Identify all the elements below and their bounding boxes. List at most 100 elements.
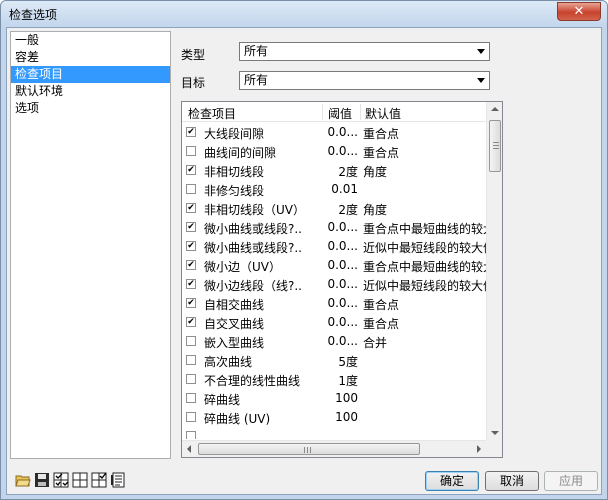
check-item-name: 微小边（UV）	[204, 260, 281, 274]
type-dropdown-value: 所有	[244, 44, 269, 58]
threshold-value[interactable]: 100	[312, 410, 358, 424]
table-row[interactable]: ✔ 非相切线段 2度 角度	[182, 161, 486, 180]
table-row[interactable]: 高次曲线 5度	[182, 351, 486, 370]
category-item[interactable]: 容差	[11, 49, 170, 66]
default-value[interactable]: 合并	[363, 334, 486, 351]
row-checkbox[interactable]: ✔	[186, 127, 196, 137]
grip-line	[307, 447, 308, 453]
threshold-value[interactable]: 2度	[312, 201, 358, 218]
threshold-value[interactable]: 1度	[312, 372, 358, 389]
threshold-value[interactable]: 2度	[312, 163, 358, 180]
scroll-down-arrow-icon[interactable]	[491, 431, 499, 435]
column-divider[interactable]	[360, 104, 361, 120]
default-value[interactable]: 近似中最短线段的较大值	[363, 277, 486, 294]
default-value[interactable]: 重合点	[363, 144, 486, 161]
default-value[interactable]: 重合点	[363, 125, 486, 142]
ok-button[interactable]: 确定	[425, 471, 479, 491]
threshold-value[interactable]: 0.0...	[312, 334, 358, 348]
threshold-value[interactable]: 0.0...	[312, 220, 358, 234]
apply-button[interactable]: 应用	[544, 471, 598, 491]
cancel-button[interactable]: 取消	[485, 471, 539, 491]
type-dropdown[interactable]: 所有	[239, 42, 490, 61]
row-checkbox[interactable]	[186, 412, 196, 422]
threshold-value[interactable]: 0.0...	[312, 144, 358, 158]
row-checkbox[interactable]	[186, 431, 196, 439]
check-grid-icon[interactable]	[91, 472, 107, 488]
row-checkbox[interactable]	[186, 374, 196, 384]
table-row[interactable]: 不合理的线性曲线 1度	[182, 370, 486, 389]
scroll-right-arrow-icon[interactable]	[477, 445, 481, 453]
table-row[interactable]: ✔ 微小边（UV） 0.0... 重合点中最短曲线的较大	[182, 256, 486, 275]
table-row[interactable]: 曲线间的间隙 0.0... 重合点	[182, 142, 486, 161]
document-icon[interactable]	[110, 472, 126, 488]
column-header-threshold[interactable]: 阈值	[328, 105, 352, 122]
close-button[interactable]: ✕	[557, 2, 601, 21]
title-bar[interactable]: 检查选项 ✕	[1, 1, 607, 27]
scroll-up-arrow-icon[interactable]	[491, 107, 499, 111]
row-checkbox[interactable]	[186, 146, 196, 156]
row-checkbox[interactable]: ✔	[186, 279, 196, 289]
save-icon[interactable]	[34, 472, 50, 488]
default-value[interactable]: 近似中最短线段的较大值	[363, 239, 486, 256]
default-value[interactable]: 重合点	[363, 296, 486, 313]
category-item[interactable]: 一般	[11, 32, 170, 49]
default-value[interactable]: 重合点中最短曲线的较大	[363, 220, 486, 237]
default-value[interactable]: 重合点中最短曲线的较大	[363, 258, 486, 275]
check-item-name: 自相交曲线	[204, 298, 265, 312]
table-row[interactable]	[182, 427, 486, 439]
column-header-item[interactable]: 检查项目	[188, 105, 236, 122]
row-checkbox[interactable]	[186, 184, 196, 194]
table-row[interactable]: 非修匀线段 0.01	[182, 180, 486, 199]
category-item[interactable]: 检查项目	[11, 66, 170, 83]
threshold-value[interactable]: 0.0...	[312, 258, 358, 272]
threshold-value[interactable]: 0.01	[312, 182, 358, 196]
scroll-left-arrow-icon[interactable]	[187, 445, 191, 453]
table-row[interactable]: 碎曲线 (UV) 100	[182, 408, 486, 427]
table-row[interactable]: ✔ 非相切线段（UV） 2度 角度	[182, 199, 486, 218]
threshold-value[interactable]: 100	[312, 391, 358, 405]
category-item[interactable]: 默认环境	[11, 83, 170, 100]
default-value[interactable]: 重合点	[363, 315, 486, 332]
row-checkbox[interactable]	[186, 355, 196, 365]
grid-icon[interactable]	[72, 472, 88, 488]
threshold-value[interactable]: 0.0...	[312, 239, 358, 253]
check-item-name: 曲线间的间隙	[204, 146, 277, 160]
threshold-value[interactable]: 0.0...	[312, 296, 358, 310]
row-checkbox[interactable]: ✔	[186, 165, 196, 175]
grip-line	[304, 447, 305, 453]
row-checkbox[interactable]: ✔	[186, 317, 196, 327]
horizontal-scroll-thumb[interactable]	[198, 443, 420, 455]
dialog-window: 检查选项 ✕ 一般 容差 检查项目 默认环境 选项 类型 所有 目标 所有 检查项目 阈…	[0, 0, 608, 500]
table-row[interactable]: 嵌入型曲线 0.0... 合并	[182, 332, 486, 351]
row-checkbox[interactable]	[186, 393, 196, 403]
threshold-value[interactable]: 0.0...	[312, 125, 358, 139]
column-header-default[interactable]: 默认值	[365, 105, 401, 122]
row-checkbox[interactable]: ✔	[186, 203, 196, 213]
table-row[interactable]: ✔ 微小边线段（线?.. 0.0... 近似中最短线段的较大值	[182, 275, 486, 294]
row-checkbox[interactable]: ✔	[186, 222, 196, 232]
row-checkbox[interactable]: ✔	[186, 298, 196, 308]
threshold-value[interactable]: 0.0...	[312, 315, 358, 329]
table-row[interactable]: ✔ 微小曲线或线段?.. 0.0... 近似中最短线段的较大值	[182, 237, 486, 256]
target-dropdown[interactable]: 所有	[239, 71, 490, 90]
row-checkbox[interactable]	[186, 336, 196, 346]
column-divider[interactable]	[322, 104, 323, 120]
threshold-value[interactable]: 5度	[312, 353, 358, 370]
horizontal-scrollbar[interactable]	[182, 440, 486, 457]
table-row[interactable]: ✔ 微小曲线或线段?.. 0.0... 重合点中最短曲线的较大	[182, 218, 486, 237]
default-value[interactable]: 角度	[363, 163, 486, 180]
table-row[interactable]: ✔ 自交叉曲线 0.0... 重合点	[182, 313, 486, 332]
table-row[interactable]: ✔ 自相交曲线 0.0... 重合点	[182, 294, 486, 313]
default-value[interactable]: 角度	[363, 201, 486, 218]
category-item[interactable]: 选项	[11, 100, 170, 117]
table-row[interactable]: ✔ 大线段间隙 0.0... 重合点	[182, 123, 486, 142]
select-all-grid-icon[interactable]	[53, 472, 69, 488]
open-folder-icon[interactable]	[15, 472, 31, 488]
vertical-scroll-thumb[interactable]	[489, 120, 501, 172]
check-item-name: 碎曲线 (UV)	[204, 412, 271, 426]
vertical-scrollbar[interactable]	[486, 102, 502, 440]
table-row[interactable]: 碎曲线 100	[182, 389, 486, 408]
row-checkbox[interactable]: ✔	[186, 241, 196, 251]
row-checkbox[interactable]: ✔	[186, 260, 196, 270]
threshold-value[interactable]: 0.0...	[312, 277, 358, 291]
